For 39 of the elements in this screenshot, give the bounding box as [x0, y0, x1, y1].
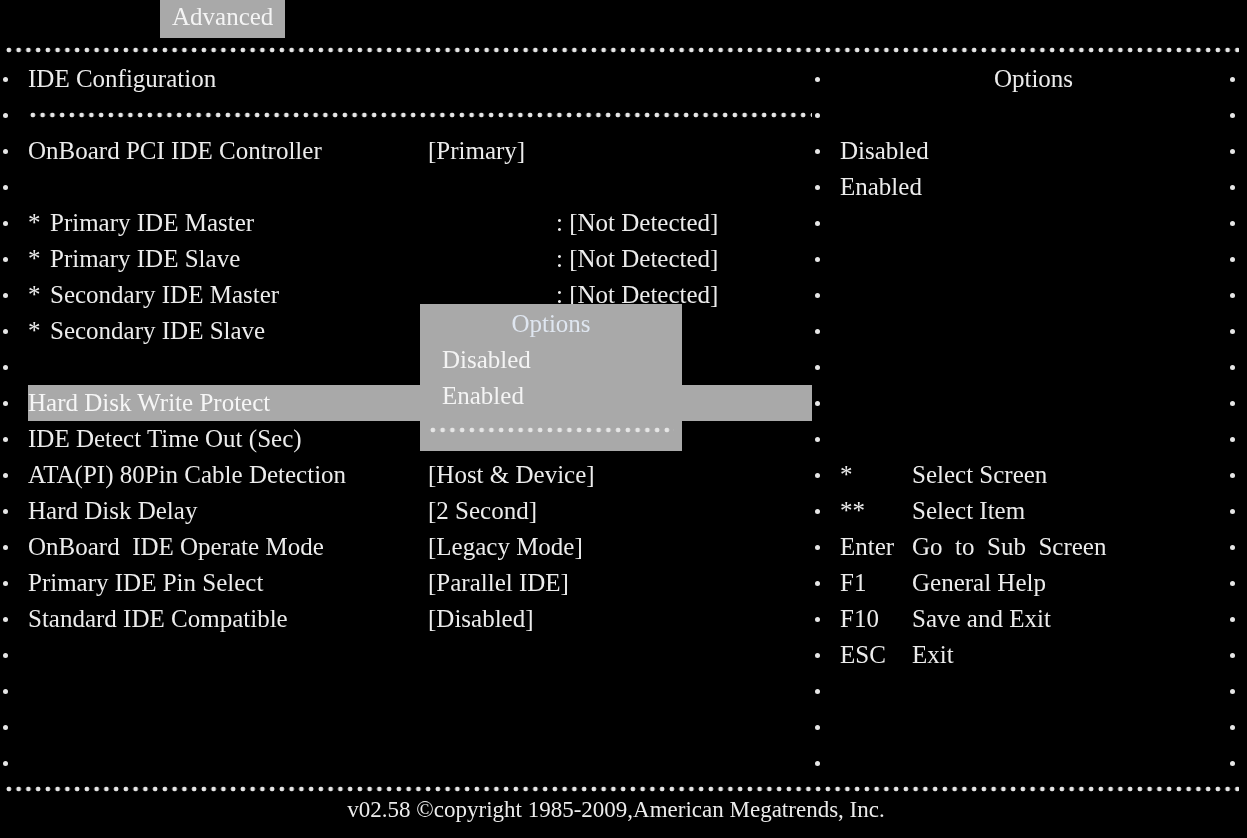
submenu-marker: *: [28, 317, 42, 345]
setting-label: Standard IDE Compatible: [28, 605, 289, 633]
setting-label: Hard Disk Delay: [28, 497, 199, 525]
setting-value: [Legacy Mode]: [428, 533, 583, 561]
help-action: Select Screen: [912, 461, 1048, 489]
help-key: *: [840, 461, 912, 489]
setting-label: OnBoard PCI IDE Controller: [28, 137, 323, 165]
setting-label: ATA(PI) 80Pin Cable Detection: [28, 461, 348, 489]
setting-label: IDE Detect Time Out (Sec): [28, 425, 303, 453]
panel-title: Options: [993, 65, 1074, 93]
setting-label: Hard Disk Write Protect: [28, 389, 272, 417]
section-title: IDE Configuration: [28, 65, 217, 93]
help-key: F10: [840, 605, 912, 633]
help-key: Enter: [840, 533, 912, 561]
setting-value: [Disabled]: [428, 605, 534, 633]
copyright-text: v02.58 ©copyright 1985-2009,American Megatrends, Inc.: [347, 797, 885, 822]
submenu-marker: *: [28, 209, 42, 237]
popup-title: Options: [511, 310, 591, 339]
submenu-marker: *: [28, 245, 42, 273]
help-action: Go to Sub Screen: [912, 533, 1107, 561]
submenu-value: : [Not Detected]: [556, 281, 719, 309]
help-key: **: [840, 497, 912, 525]
setting-value: [Host & Device]: [428, 461, 595, 489]
help-key: F1: [840, 569, 912, 597]
option-text: Disabled: [840, 137, 929, 165]
setting-value: [2 Second]: [428, 497, 537, 525]
help-action: General Help: [912, 569, 1046, 597]
help-key: ESC: [840, 641, 912, 669]
setting-value: [Primary]: [428, 137, 526, 165]
submenu-marker: *: [28, 281, 42, 309]
submenu-value: : [Not Detected]: [556, 245, 719, 273]
option-text: Enabled: [840, 173, 922, 201]
help-action: Exit: [912, 641, 954, 669]
setting-label: Primary IDE Pin Select: [28, 569, 265, 597]
setting-value: [Parallel IDE]: [428, 569, 569, 597]
help-action: Select Item: [912, 497, 1026, 525]
submenu-value: : [Not Detected]: [556, 209, 719, 237]
setting-label: OnBoard IDE Operate Mode: [28, 533, 325, 561]
help-action: Save and Exit: [912, 605, 1051, 633]
